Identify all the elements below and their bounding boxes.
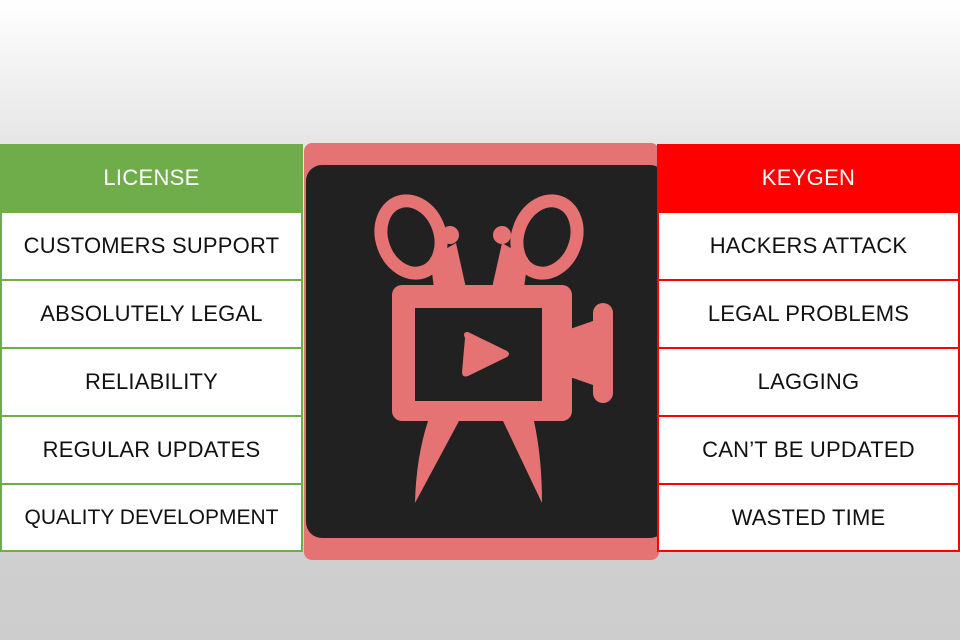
license-header: LICENSE (0, 144, 303, 212)
keygen-item: CAN’T BE UPDATED (657, 416, 960, 484)
keygen-header: KEYGEN (657, 144, 960, 212)
license-item: ABSOLUTELY LEGAL (0, 280, 303, 348)
keygen-item: WASTED TIME (657, 484, 960, 552)
camera-lens (570, 303, 613, 403)
license-item: RELIABILITY (0, 348, 303, 416)
keygen-item: HACKERS ATTACK (657, 212, 960, 280)
scissor-knob-left (441, 226, 459, 244)
video-editor-scissors-camera-icon (374, 194, 613, 503)
scissor-blade-lower-right (503, 421, 542, 503)
scissor-blade-lower-left (415, 421, 459, 503)
license-item: REGULAR UPDATES (0, 416, 303, 484)
license-item: CUSTOMERS SUPPORT (0, 212, 303, 280)
keygen-item: LAGGING (657, 348, 960, 416)
scissor-knob-right (493, 226, 511, 244)
keygen-item: LEGAL PROBLEMS (657, 280, 960, 348)
app-logo (304, 143, 659, 560)
license-item: QUALITY DEVELOPMENT (0, 484, 303, 552)
keygen-column: KEYGEN HACKERS ATTACK LEGAL PROBLEMS LAG… (657, 144, 960, 552)
play-icon (462, 332, 509, 377)
license-column: LICENSE CUSTOMERS SUPPORT ABSOLUTELY LEG… (0, 144, 303, 552)
